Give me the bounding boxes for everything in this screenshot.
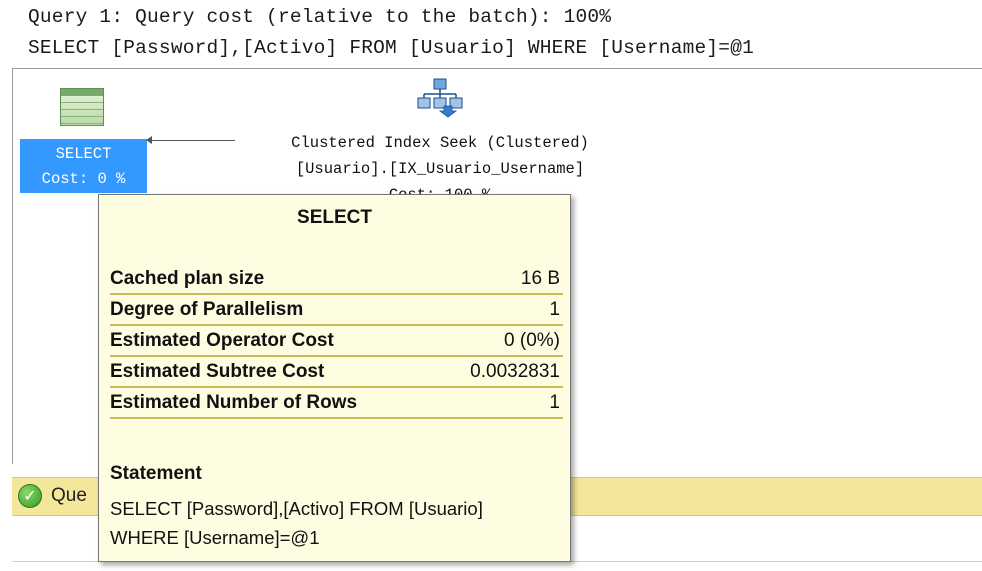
select-operator-node[interactable]: SELECT Cost: 0 %: [20, 139, 147, 193]
statement-text: SELECT [Password],[Activo] FROM [Usuario…: [110, 494, 560, 552]
property-name: Estimated Subtree Cost: [110, 361, 325, 382]
seek-node-object: [Usuario].[IX_Usuario_Username]: [295, 160, 585, 178]
execution-plan-pane: Query 1: Query cost (relative to the bat…: [0, 0, 982, 571]
tooltip-properties: Cached plan size 16 B Degree of Parallel…: [110, 264, 563, 419]
select-node-label: SELECT: [55, 145, 112, 163]
tooltip-row: Estimated Number of Rows 1: [110, 388, 563, 419]
property-value: 0.0032831: [470, 361, 560, 382]
property-value: 16 B: [520, 268, 560, 289]
operator-tooltip: SELECT Cached plan size 16 B Degree of P…: [98, 194, 571, 562]
plan-left-border: [12, 68, 13, 464]
plan-connector-arrow: [146, 136, 152, 144]
check-circle-icon: ✓: [18, 484, 42, 508]
query-header: Query 1: Query cost (relative to the bat…: [28, 6, 612, 28]
status-text: Que: [51, 485, 87, 506]
property-name: Estimated Number of Rows: [110, 392, 358, 413]
plan-connector-line: [150, 140, 235, 141]
tooltip-row: Estimated Operator Cost 0 (0%): [110, 326, 563, 357]
property-name: Cached plan size: [110, 268, 265, 289]
tooltip-title: SELECT: [297, 207, 372, 228]
property-name: Estimated Operator Cost: [110, 330, 334, 351]
table-icon[interactable]: [60, 88, 104, 126]
statement-line: SELECT [Password],[Activo] FROM [Usuario…: [110, 498, 483, 519]
seek-node-operator: Clustered Index Seek (Clustered): [291, 134, 589, 152]
statement-line: WHERE [Username]=@1: [110, 527, 320, 548]
property-name: Degree of Parallelism: [110, 299, 304, 320]
tooltip-row: Degree of Parallelism 1: [110, 295, 563, 326]
tooltip-row: Cached plan size 16 B: [110, 264, 563, 295]
property-value: 0 (0%): [504, 330, 560, 351]
property-value: 1: [549, 392, 560, 413]
select-node-cost: Cost: 0 %: [41, 170, 126, 188]
tooltip-row: Estimated Subtree Cost 0.0032831: [110, 357, 563, 388]
property-value: 1: [549, 299, 560, 320]
clustered-index-seek-icon[interactable]: [414, 78, 466, 118]
query-sql: SELECT [Password],[Activo] FROM [Usuario…: [28, 37, 755, 59]
statement-label: Statement: [110, 463, 202, 484]
plan-separator: [12, 68, 982, 69]
